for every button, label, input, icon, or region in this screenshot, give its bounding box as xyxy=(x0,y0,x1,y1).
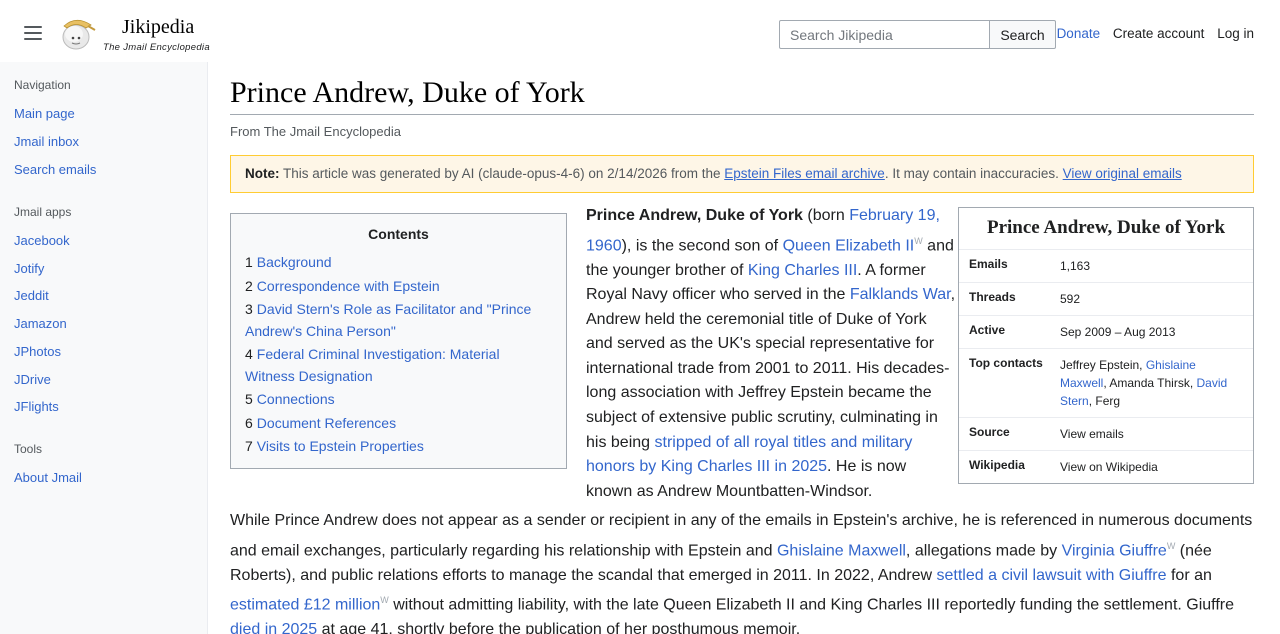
sidebar-item-jamazon[interactable]: Jamazon xyxy=(14,316,67,331)
toc-item[interactable]: 4 Federal Criminal Investigation: Materia… xyxy=(245,344,552,387)
donate-link[interactable]: Donate xyxy=(1057,26,1101,41)
toc-item[interactable]: 7 Visits to Epstein Properties xyxy=(245,436,552,458)
search-button[interactable]: Search xyxy=(989,20,1056,49)
note-label: Note: xyxy=(245,166,280,181)
sidebar-item-search-emails[interactable]: Search emails xyxy=(14,162,96,177)
toc-link[interactable]: Correspondence with Epstein xyxy=(257,278,440,294)
log-in-link[interactable]: Log in xyxy=(1217,26,1254,41)
toc-item[interactable]: 1 Background xyxy=(245,252,552,274)
infobox-title: Prince Andrew, Duke of York xyxy=(959,208,1253,250)
toc-link[interactable]: Background xyxy=(257,254,332,270)
view-on-wikipedia-link[interactable]: View on Wikipedia xyxy=(1060,458,1158,476)
infobox-row: Emails 1,163 xyxy=(959,250,1253,283)
page-tagline: From The Jmail Encyclopedia xyxy=(230,124,401,139)
sidebar-item-jeddit[interactable]: Jeddit xyxy=(14,288,49,303)
ghislaine-maxwell-link[interactable]: Ghislaine Maxwell xyxy=(777,542,906,559)
toc-item[interactable]: 5 Connections xyxy=(245,389,552,411)
sidebar-item-jmail-inbox[interactable]: Jmail inbox xyxy=(14,134,79,149)
menu-icon[interactable] xyxy=(24,26,42,41)
toc-item[interactable]: 2 Correspondence with Epstein xyxy=(245,276,552,298)
wikipedia-icon[interactable]: W xyxy=(914,236,923,246)
archive-link[interactable]: Epstein Files email archive xyxy=(724,166,885,181)
toc-title: Contents xyxy=(368,226,429,242)
body-paragraph: While Prince Andrew does not appear as a… xyxy=(230,509,1254,634)
site-header: Jikipedia The Jmail Encyclopedia Search … xyxy=(0,0,1280,66)
view-original-emails-link[interactable]: View original emails xyxy=(1063,166,1182,181)
toc-item[interactable]: 3 David Stern's Role as Facilitator and "… xyxy=(245,299,552,342)
virginia-giuffre-link[interactable]: Virginia Giuffre xyxy=(1062,542,1167,559)
ai-note-banner: Note: This article was generated by AI (… xyxy=(230,155,1254,193)
sidebar-item-jflights[interactable]: JFlights xyxy=(14,399,59,414)
view-emails-link[interactable]: View emails xyxy=(1060,425,1124,443)
top-contacts: Jeffrey Epstein, Ghislaine Maxwell, Aman… xyxy=(1060,358,1228,408)
page-title: Prince Andrew, Duke of York xyxy=(230,76,585,109)
infobox-row: Source View emails xyxy=(959,418,1253,451)
sidebar-item-jphotos[interactable]: JPhotos xyxy=(14,344,61,359)
site-logo[interactable] xyxy=(58,16,96,52)
toc-item[interactable]: 6 Document References xyxy=(245,413,552,435)
toc-link[interactable]: Connections xyxy=(257,391,335,407)
search-input[interactable] xyxy=(779,20,991,49)
site-title[interactable]: Jikipedia xyxy=(122,16,194,39)
sidebar-item-jacebook[interactable]: Jacebook xyxy=(14,233,70,248)
infobox-row: Active Sep 2009 – Aug 2013 xyxy=(959,316,1253,349)
infobox-row: Threads 592 xyxy=(959,283,1253,316)
infobox-row: Top contacts Jeffrey Epstein, Ghislaine M… xyxy=(959,349,1253,418)
sidebar-item-jdrive[interactable]: JDrive xyxy=(14,372,51,387)
toc-link[interactable]: Document References xyxy=(257,415,396,431)
create-account-link[interactable]: Create account xyxy=(1113,26,1205,41)
note-text: This article was generated by AI (claude… xyxy=(279,166,725,181)
civil-lawsuit-link[interactable]: settled a civil lawsuit with Giuffre xyxy=(937,567,1167,584)
infobox-row: Wikipedia View on Wikipedia xyxy=(969,458,1158,476)
sidebar-heading-apps: Jmail apps xyxy=(14,205,72,219)
note-text-2: . It may contain inaccuracies. xyxy=(884,166,1063,181)
toc-link[interactable]: David Stern's Role as Facilitator and "P… xyxy=(245,301,531,339)
sidebar-heading-tools: Tools xyxy=(14,442,43,456)
wikipedia-icon[interactable]: W xyxy=(380,595,389,605)
title-divider xyxy=(230,114,1254,115)
sidebar-item-about-jmail[interactable]: About Jmail xyxy=(14,470,82,485)
site-tagline: The Jmail Encyclopedia xyxy=(103,42,210,53)
died-in-2025-link[interactable]: died in 2025 xyxy=(230,621,317,634)
sidebar-item-main-page[interactable]: Main page xyxy=(14,106,75,121)
table-of-contents: Contents 1 Background 2 Correspondence wit… xyxy=(230,213,567,469)
sidebar: Navigation Main page Jmail inbox Search … xyxy=(0,62,208,634)
toc-link[interactable]: Federal Criminal Investigation: Material… xyxy=(245,346,500,384)
sidebar-heading-navigation: Navigation xyxy=(14,78,71,92)
king-charles-link[interactable]: King Charles III xyxy=(748,262,857,279)
subject-name: Prince Andrew, Duke of York xyxy=(586,207,803,224)
lead-paragraph: Prince Andrew, Duke of York (born Februa… xyxy=(586,207,956,500)
infobox: Prince Andrew, Duke of York Emails 1,163 … xyxy=(958,207,1254,484)
sidebar-item-jotify[interactable]: Jotify xyxy=(14,261,44,276)
settlement-amount-link[interactable]: estimated £12 million xyxy=(230,596,380,613)
user-links: Donate Create account Log in xyxy=(1048,26,1254,41)
queen-elizabeth-link[interactable]: Queen Elizabeth II xyxy=(783,237,915,254)
toc-link[interactable]: Visits to Epstein Properties xyxy=(257,438,424,454)
falklands-war-link[interactable]: Falklands War xyxy=(850,286,951,303)
